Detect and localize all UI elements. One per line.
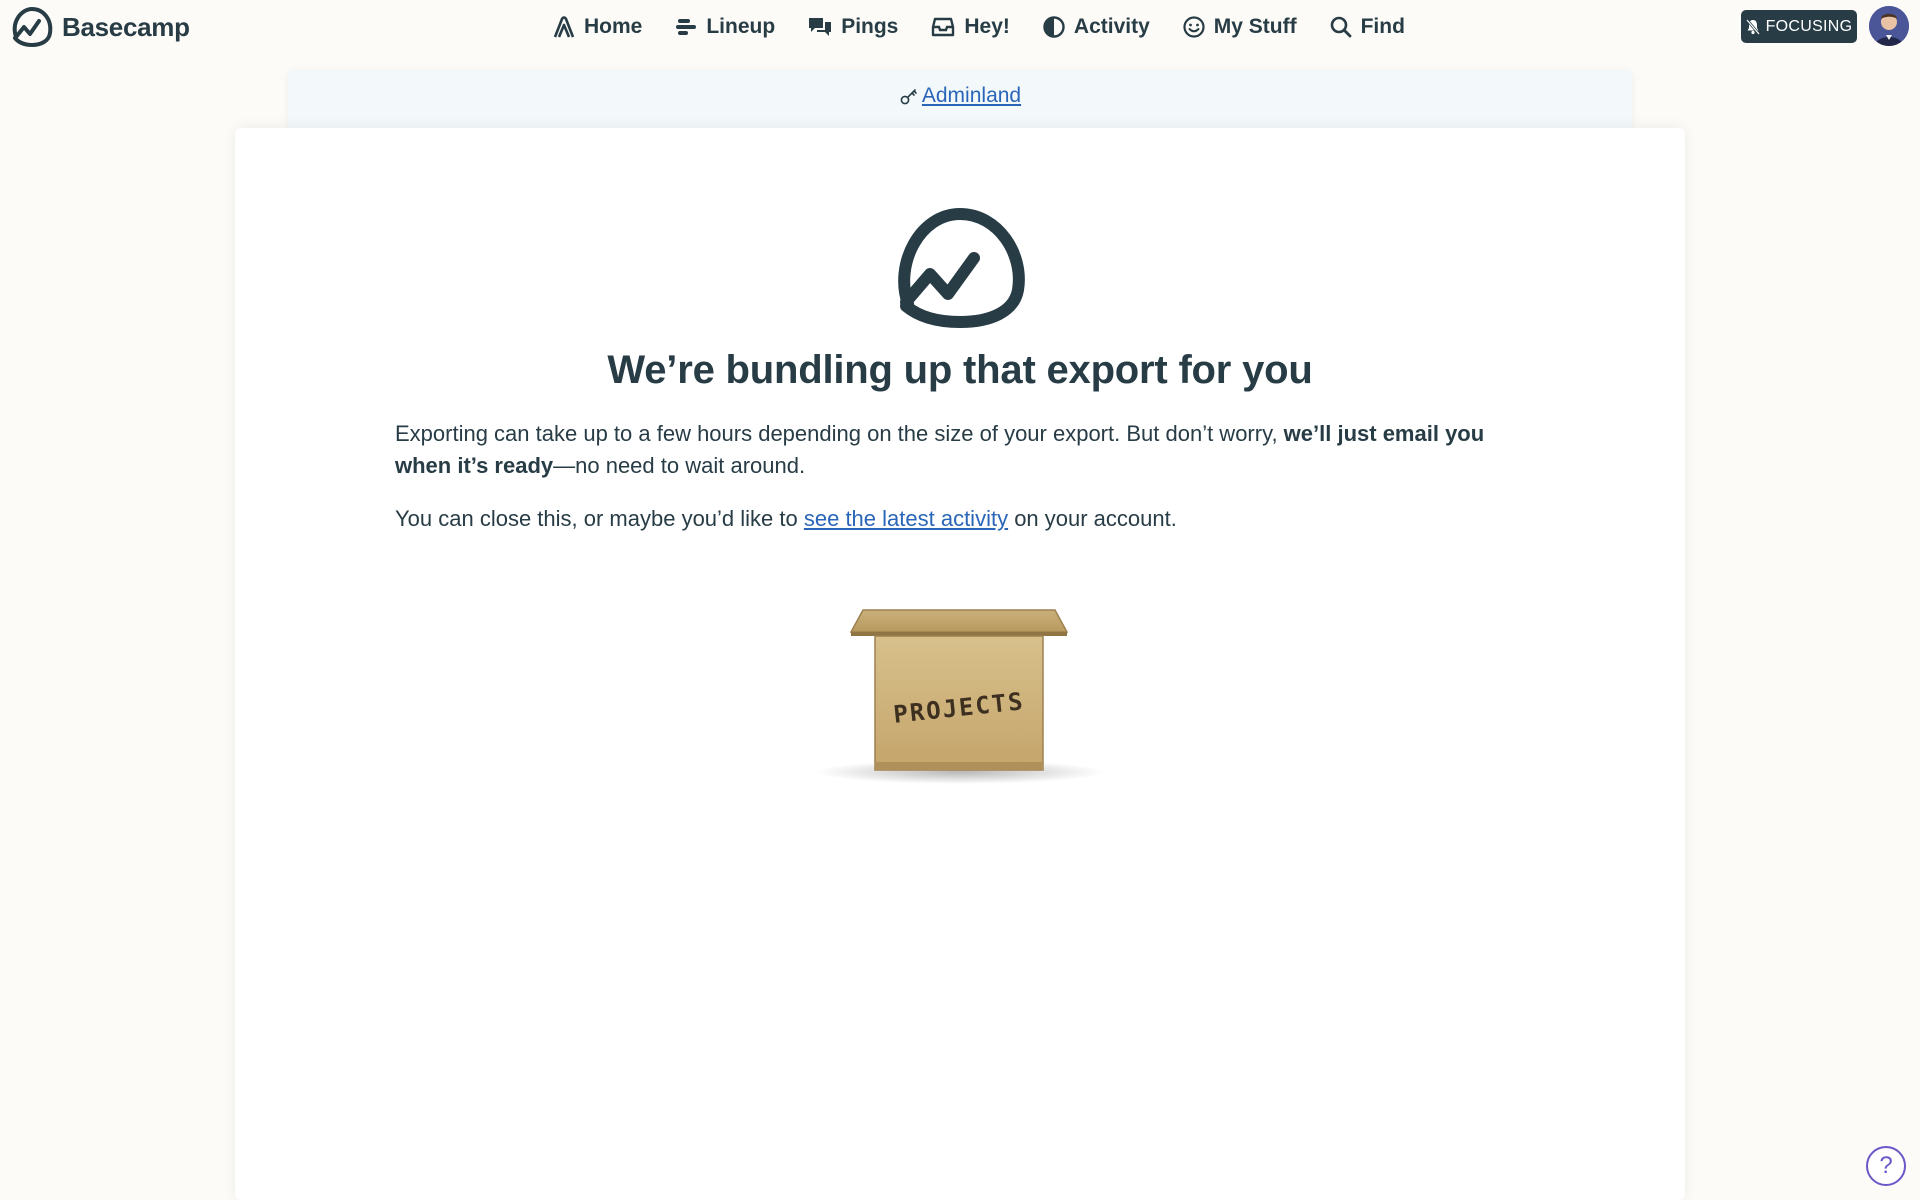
adminland-link[interactable]: Adminland [288, 84, 1632, 108]
basecamp-logo-large-icon [898, 207, 1025, 328]
nav-my-stuff[interactable]: My Stuff [1166, 0, 1313, 54]
nav-pings-label: Pings [841, 15, 899, 38]
nav-my-stuff-label: My Stuff [1213, 15, 1297, 38]
nav-home-label: Home [584, 15, 643, 38]
smiley-icon [1183, 16, 1205, 38]
basecamp-logo-icon [12, 7, 53, 47]
user-avatar[interactable] [1869, 6, 1909, 46]
help-button[interactable]: ? [1866, 1146, 1906, 1186]
export-description-text: Exporting can take up to a few hours dep… [395, 421, 1284, 446]
top-navigation: Basecamp Home Lineup Pings Hey! Activity… [0, 0, 1920, 54]
brand-name: Basecamp [62, 11, 190, 42]
close-hint: You can close this, or maybe you’d like … [395, 503, 1535, 535]
nav-find-label: Find [1360, 15, 1405, 38]
export-description: Exporting can take up to a few hours dep… [395, 418, 1535, 482]
pings-icon [809, 18, 832, 36]
activity-icon [1043, 16, 1065, 38]
lineup-icon [676, 19, 697, 35]
nav-hey[interactable]: Hey! [914, 0, 1026, 54]
page-title: We’re bundling up that export for you [607, 348, 1313, 392]
main-nav: Home Lineup Pings Hey! Activity My Stuff… [536, 0, 1421, 54]
close-hint-suffix: on your account. [1008, 506, 1177, 531]
search-icon [1330, 16, 1351, 38]
adminland-breadcrumb-bar: Adminland [288, 70, 1632, 130]
help-icon: ? [1879, 1152, 1893, 1179]
projects-box-illustration: PROJECTS [815, 609, 1105, 784]
avatar-photo [1869, 6, 1909, 46]
latest-activity-link[interactable]: see the latest activity [804, 506, 1008, 531]
export-description-tail: —no need to wait around. [553, 453, 806, 478]
export-card: We’re bundling up that export for you Ex… [235, 128, 1685, 1200]
inbox-icon [932, 17, 955, 37]
key-icon [900, 89, 917, 105]
bell-off-icon [1745, 18, 1760, 35]
nav-activity-label: Activity [1073, 15, 1150, 38]
nav-activity[interactable]: Activity [1026, 0, 1166, 54]
focusing-button[interactable]: FOCUSING [1741, 10, 1857, 43]
nav-pings[interactable]: Pings [791, 0, 914, 54]
adminland-label: Adminland [921, 84, 1022, 107]
close-hint-prefix: You can close this, or maybe you’d like … [395, 506, 804, 531]
nav-lineup[interactable]: Lineup [658, 0, 791, 54]
nav-hey-label: Hey! [964, 15, 1010, 38]
nav-find[interactable]: Find [1313, 0, 1421, 54]
basecamp-home-link[interactable]: Basecamp [10, 7, 190, 47]
focusing-label: FOCUSING [1765, 17, 1853, 35]
nav-lineup-label: Lineup [706, 15, 776, 38]
home-icon [553, 16, 575, 38]
nav-home[interactable]: Home [536, 0, 658, 54]
